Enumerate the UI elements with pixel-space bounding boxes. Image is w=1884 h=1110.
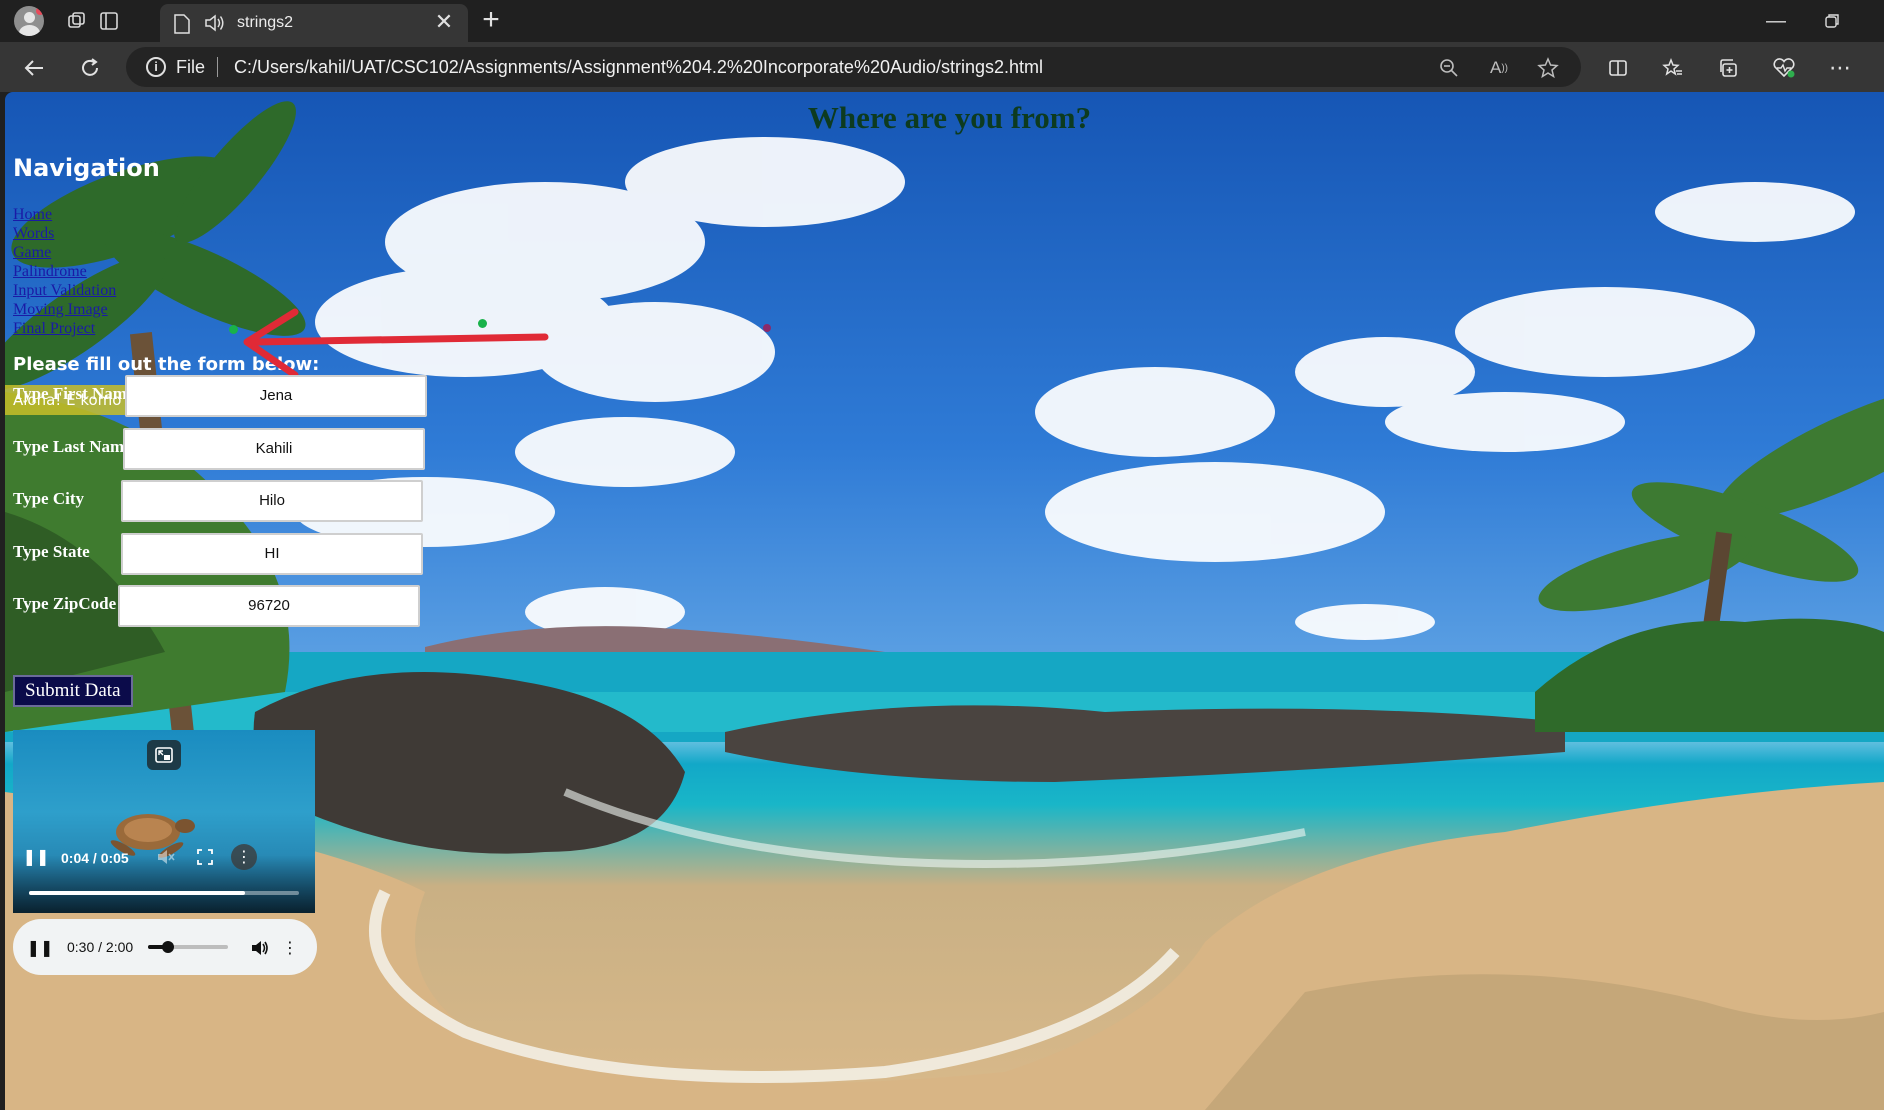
profile-avatar-icon[interactable] — [14, 6, 44, 36]
picture-in-picture-icon[interactable] — [147, 740, 181, 770]
site-info-icon[interactable]: i — [146, 57, 166, 77]
restore-icon[interactable] — [1812, 6, 1852, 36]
city-label: Type City — [13, 489, 84, 508]
video-progress-fill — [29, 891, 245, 895]
cursor-dot-green — [229, 325, 238, 334]
browser-essentials-icon[interactable] — [1768, 52, 1800, 84]
page-title: Where are you from? — [807, 100, 1092, 135]
nav-link-moving-image[interactable]: Moving Image — [13, 300, 116, 319]
nav-link-final-project[interactable]: Final Project — [13, 319, 116, 338]
vertical-tabs-icon[interactable] — [96, 8, 122, 34]
address-url[interactable]: C:/Users/kahil/UAT/CSC102/Assignments/As… — [234, 57, 1043, 78]
nav-link-game[interactable]: Game — [13, 243, 116, 262]
audio-progress-bar[interactable] — [148, 941, 228, 953]
first-name-label: Type First Name — [13, 384, 135, 403]
navigation-heading: Navigation — [13, 154, 160, 182]
speaker-icon[interactable] — [204, 13, 226, 33]
audio-progress-knob[interactable] — [162, 941, 174, 953]
last-name-input[interactable]: Kahili — [123, 428, 425, 470]
zipcode-input[interactable]: 96720 — [118, 585, 420, 627]
fullscreen-icon[interactable] — [194, 846, 216, 868]
audio-pause-icon[interactable]: ❚❚ — [27, 937, 54, 959]
browser-toolbar: i File C:/Users/kahil/UAT/CSC102/Assignm… — [0, 42, 1884, 92]
city-input[interactable]: Hilo — [121, 480, 423, 522]
address-divider — [217, 57, 218, 77]
first-name-input[interactable]: Jena — [125, 375, 427, 417]
nav-link-home[interactable]: Home — [13, 205, 116, 224]
nav-link-words[interactable]: Words — [13, 224, 116, 243]
address-scheme: File — [176, 57, 206, 77]
audio-more-icon[interactable]: ⋮ — [279, 937, 301, 959]
video-mute-icon[interactable] — [155, 846, 177, 868]
video-progress-bar[interactable] — [29, 891, 299, 895]
zoom-out-icon[interactable] — [1436, 55, 1462, 81]
video-more-icon[interactable]: ⋮ — [231, 844, 257, 870]
state-label: Type State — [13, 542, 90, 561]
document-icon — [174, 14, 190, 34]
cursor-dot-green-2 — [478, 319, 487, 328]
nav-link-input-validation[interactable]: Input Validation — [13, 281, 116, 300]
cursor-dot-purple — [763, 324, 771, 332]
audio-time: 0:30 / 2:00 — [67, 939, 134, 955]
favorite-star-icon[interactable] — [1535, 55, 1561, 81]
audio-player[interactable]: ❚❚ 0:30 / 2:00 ⋮ — [13, 919, 317, 975]
close-tab-icon[interactable]: ✕ — [432, 10, 456, 34]
state-input[interactable]: HI — [121, 533, 423, 575]
more-options-icon[interactable]: ⋯ — [1824, 52, 1856, 84]
workspaces-icon[interactable] — [64, 8, 90, 34]
browser-tab-bar: strings2 ✕ + — — [0, 0, 1884, 42]
video-pause-icon[interactable]: ❚❚ — [23, 846, 50, 868]
minimize-icon[interactable]: — — [1756, 6, 1796, 36]
video-player[interactable]: ❚❚ 0:04 / 0:05 ⋮ — [13, 730, 315, 913]
nav-link-palindrome[interactable]: Palindrome — [13, 262, 116, 281]
split-screen-icon[interactable] — [1602, 52, 1634, 84]
web-page: Where are you from? Navigation Home Word… — [5, 92, 1884, 1110]
submit-data-button[interactable]: Submit Data — [13, 675, 133, 707]
tab-title: strings2 — [237, 14, 294, 31]
read-aloud-icon[interactable]: A)) — [1486, 55, 1512, 81]
collections-icon[interactable] — [1713, 52, 1745, 84]
active-tab[interactable]: strings2 ✕ — [160, 4, 468, 42]
back-arrow-icon[interactable] — [18, 52, 50, 84]
new-tab-icon[interactable]: + — [476, 5, 506, 36]
video-time: 0:04 / 0:05 — [61, 850, 129, 866]
favorites-icon[interactable] — [1657, 52, 1689, 84]
zipcode-label: Type ZipCode — [13, 594, 117, 613]
reload-icon[interactable] — [74, 52, 106, 84]
audio-volume-icon[interactable] — [249, 937, 271, 959]
last-name-label: Type Last Name — [13, 437, 132, 456]
address-bar[interactable]: i File C:/Users/kahil/UAT/CSC102/Assignm… — [126, 47, 1581, 87]
navigation-links: Home Words Game Palindrome Input Validat… — [13, 205, 116, 338]
